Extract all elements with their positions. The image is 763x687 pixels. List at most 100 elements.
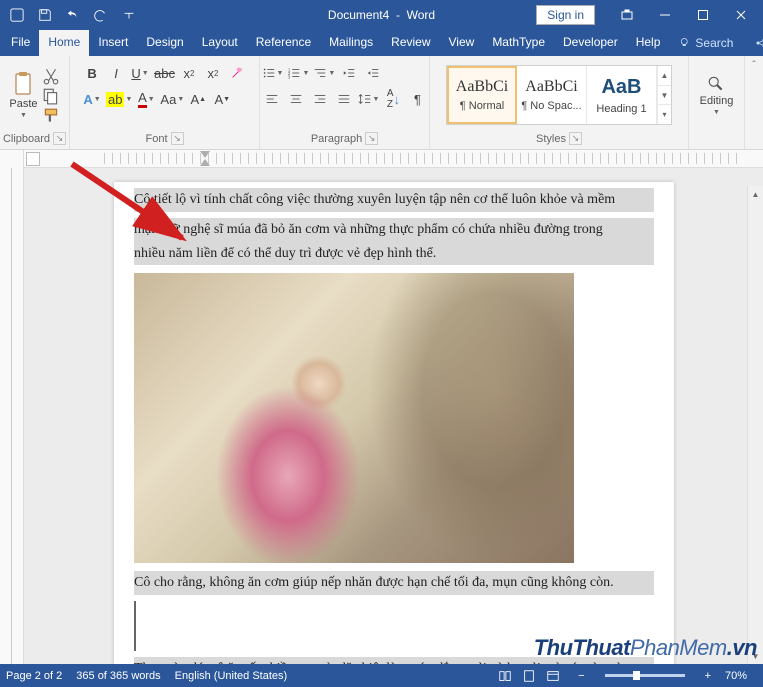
document-page[interactable]: Cô tiết lộ vì tính chất công việc thường… [114,182,674,664]
cut-button[interactable] [42,67,60,83]
strikethrough-button[interactable]: abc [153,62,176,84]
increase-indent-button[interactable] [362,62,384,84]
multilevel-list-button[interactable]: ▼ [312,62,336,84]
ribbon-display-options[interactable] [609,0,645,30]
grow-font-button[interactable]: A▲ [187,88,209,110]
autosave-toggle[interactable] [4,2,30,28]
page-number-status[interactable]: Page 2 of 2 [6,670,62,682]
bullets-button[interactable]: ▼ [261,62,285,84]
undo-button[interactable] [60,2,86,28]
styles-gallery[interactable]: AaBbCi ¶ Normal AaBbCi ¶ No Spac... AaB … [446,65,672,125]
tab-file[interactable]: File [2,30,39,56]
justify-button[interactable] [333,88,355,110]
print-layout-button[interactable] [518,667,540,685]
font-label: Font [145,133,167,145]
font-color-button[interactable]: A▼ [135,88,157,110]
tab-references[interactable]: Reference [247,30,320,56]
align-left-button[interactable] [261,88,283,110]
style-no-spacing[interactable]: AaBbCi ¶ No Spac... [517,66,587,124]
tab-mailings[interactable]: Mailings [320,30,382,56]
zoom-level[interactable]: 70% [725,670,757,682]
collapse-ribbon-button[interactable]: ˆ [752,60,755,71]
zoom-in-button[interactable]: + [705,670,711,682]
maximize-button[interactable] [685,0,721,30]
tab-insert[interactable]: Insert [89,30,137,56]
group-clipboard: Paste▼ Clipboard↘ [0,56,70,149]
language-status[interactable]: English (United States) [175,670,288,682]
sort-button[interactable]: AZ↓ [382,88,404,110]
group-font: B I U▼ abc x2 x2 A▼ ab▼ A▼ Aa▼ A▲ A▼ Fon… [70,56,260,149]
vertical-ruler[interactable] [0,150,24,664]
zoom-out-button[interactable]: − [578,670,584,682]
paste-button[interactable]: Paste▼ [9,72,37,119]
tab-view[interactable]: View [440,30,484,56]
tell-me-search[interactable]: Search [669,30,743,56]
read-mode-button[interactable] [494,667,516,685]
doc-paragraph[interactable]: Cô tiết lộ vì tính chất công việc thường… [134,188,654,212]
paragraph-launcher[interactable]: ↘ [365,132,378,145]
redo-button[interactable] [88,2,114,28]
qat-customize[interactable] [116,2,142,28]
zoom-slider[interactable] [605,674,685,677]
clear-formatting-button[interactable] [226,62,248,84]
clipboard-launcher[interactable]: ↘ [53,132,66,145]
tab-layout[interactable]: Layout [193,30,247,56]
gallery-up[interactable]: ▲ [658,66,671,86]
save-button[interactable] [32,2,58,28]
gallery-down[interactable]: ▼ [658,86,671,106]
doc-paragraph[interactable]: mại. Nữ nghệ sĩ múa đã bỏ ăn cơm và nhữn… [134,218,654,266]
text-effects-button[interactable]: A▼ [81,88,103,110]
show-marks-button[interactable]: ¶ [406,88,428,110]
horizontal-ruler[interactable] [24,150,763,168]
web-layout-button[interactable] [542,667,564,685]
tab-review[interactable]: Review [382,30,439,56]
shrink-font-button[interactable]: A▼ [211,88,233,110]
decrease-indent-button[interactable] [338,62,360,84]
editing-button[interactable]: Editing ▼ [700,75,734,116]
close-button[interactable] [723,0,759,30]
copy-button[interactable] [42,87,60,103]
hanging-indent-marker[interactable] [200,159,210,166]
tab-selector[interactable] [26,152,40,166]
document-scroll-pane[interactable]: Cô tiết lộ vì tính chất công việc thường… [24,168,763,664]
find-icon [707,75,725,93]
subscript-button[interactable]: x2 [178,62,200,84]
minimize-button[interactable] [647,0,683,30]
numbering-button[interactable]: 123▼ [286,62,310,84]
styles-label: Styles [536,133,566,145]
tab-home[interactable]: Home [39,30,89,56]
font-launcher[interactable]: ↘ [171,132,184,145]
vertical-scrollbar[interactable]: ▲ ▼ [747,186,763,664]
bulb-icon [679,37,691,49]
style-normal[interactable]: AaBbCi ¶ Normal [447,66,517,124]
window-title: Document4 - Word [328,8,435,22]
share-button[interactable]: Share [743,30,763,56]
format-painter-button[interactable] [42,107,60,123]
status-bar: Page 2 of 2 365 of 365 words English (Un… [0,664,763,687]
scroll-up-button[interactable]: ▲ [748,186,763,202]
tab-help[interactable]: Help [627,30,670,56]
tab-developer[interactable]: Developer [554,30,627,56]
gallery-more[interactable]: ▾ [658,105,671,124]
first-line-indent-marker[interactable] [200,151,210,158]
align-right-button[interactable] [309,88,331,110]
document-image[interactable] [134,273,574,563]
bold-button[interactable]: B [81,62,103,84]
styles-launcher[interactable]: ↘ [569,132,582,145]
change-case-button[interactable]: Aa▼ [159,88,185,110]
align-center-button[interactable] [285,88,307,110]
svg-text:3: 3 [288,74,291,79]
tab-design[interactable]: Design [137,30,192,56]
word-count-status[interactable]: 365 of 365 words [76,670,160,682]
doc-paragraph[interactable]: Cô cho rằng, không ăn cơm giúp nếp nhăn … [134,571,654,595]
underline-button[interactable]: U▼ [129,62,151,84]
superscript-button[interactable]: x2 [202,62,224,84]
highlight-button[interactable]: ab▼ [105,88,133,110]
style-heading-1[interactable]: AaB Heading 1 [587,66,657,124]
title-bar: Document4 - Word Sign in [0,0,763,30]
italic-button[interactable]: I [105,62,127,84]
line-spacing-button[interactable]: ▼ [357,88,381,110]
tab-mathtype[interactable]: MathType [483,30,554,56]
sign-in-button[interactable]: Sign in [536,5,595,25]
ribbon-tabs: File Home Insert Design Layout Reference… [0,30,763,56]
